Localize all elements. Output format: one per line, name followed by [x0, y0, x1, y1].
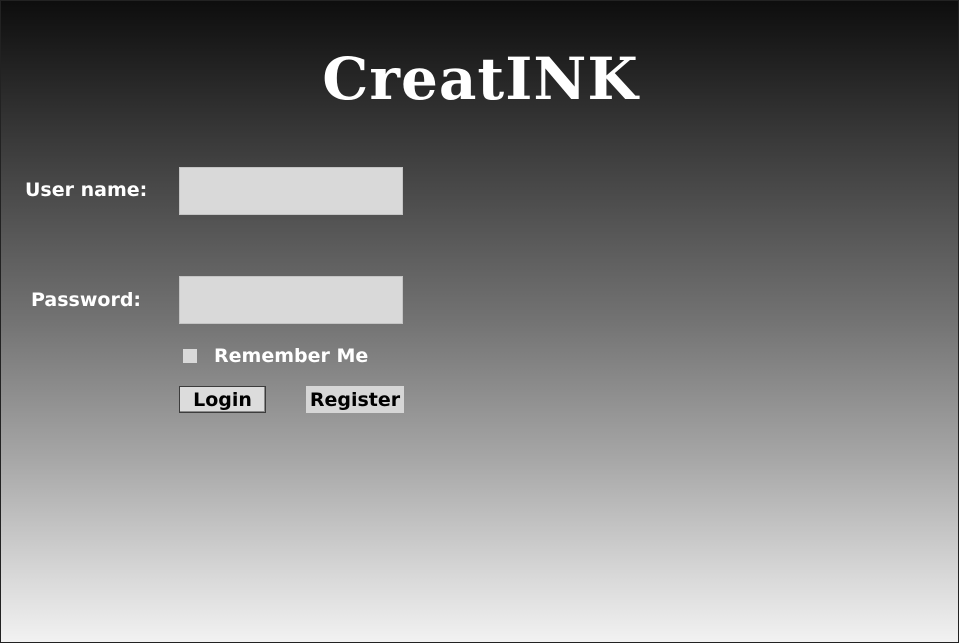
remember-me-row[interactable]: Remember Me	[183, 345, 368, 367]
login-button[interactable]: Login	[179, 386, 266, 413]
username-label: User name:	[25, 179, 148, 201]
password-label: Password:	[31, 289, 142, 311]
remember-me-checkbox[interactable]	[183, 349, 197, 363]
remember-me-label: Remember Me	[214, 345, 369, 367]
password-input[interactable]	[179, 276, 403, 324]
username-input[interactable]	[179, 167, 403, 215]
login-window: CreatINK User name: Password: Remember M…	[0, 0, 959, 643]
app-logo: CreatINK	[322, 45, 639, 113]
register-button[interactable]: Register	[306, 386, 404, 413]
